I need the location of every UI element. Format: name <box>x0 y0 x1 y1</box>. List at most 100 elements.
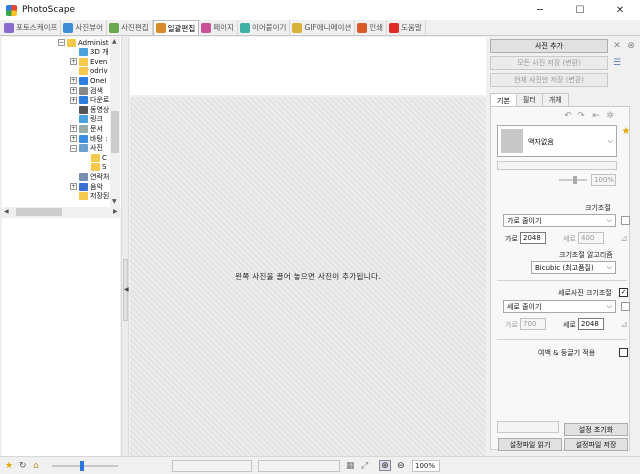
resize-algorithm-select[interactable]: Bicubic (최고품질) ⌵ <box>531 261 616 274</box>
tree-item[interactable]: 링크 <box>70 115 103 124</box>
frame-opacity-field[interactable]: 100% <box>591 174 616 186</box>
expander-icon[interactable]: + <box>70 58 77 66</box>
tab-basic[interactable]: 기본 <box>490 93 517 107</box>
save-current-button[interactable]: 현재 사진만 저장 (변환) <box>490 73 608 87</box>
tab-2[interactable]: 사진편집 <box>107 20 153 35</box>
tree-item[interactable]: 동영상 <box>70 105 109 114</box>
tree-item-label: S <box>102 163 107 172</box>
tree-item[interactable]: − 사진 <box>70 144 103 153</box>
tree-item[interactable]: odriv <box>70 67 108 76</box>
tab-5[interactable]: 이어붙이기 <box>238 20 291 35</box>
favorite-star-icon[interactable]: ★ <box>5 461 13 471</box>
folder-open-icon[interactable]: ⌂ <box>33 461 39 471</box>
expander-icon[interactable]: + <box>70 96 77 104</box>
undo-all-icon[interactable]: ⇤ <box>591 111 601 121</box>
add-photo-button[interactable]: 사진 추가 <box>490 39 608 53</box>
tree-item[interactable]: − Administ <box>58 38 109 47</box>
resize-options-icon[interactable] <box>621 216 630 225</box>
thumbnail-size-slider[interactable] <box>52 461 118 471</box>
rotate-icon[interactable]: ↻ <box>19 461 27 471</box>
scrollbar-thumb[interactable] <box>111 111 119 153</box>
resize-mode-select[interactable]: 가로 줄이기 ⌵ <box>503 214 616 227</box>
save-all-button[interactable]: 모든 사진 저장 (변환) <box>490 56 608 70</box>
expander-icon[interactable]: + <box>70 183 77 190</box>
height-field[interactable]: 400 <box>578 232 604 244</box>
zoom-icon[interactable]: ⊖ <box>397 461 405 471</box>
tab-0[interactable]: 포토스케이프 <box>2 20 62 35</box>
minimize-button[interactable]: ─ <box>520 0 560 20</box>
batch-photo-list[interactable] <box>130 37 486 95</box>
scrollbar-thumb[interactable] <box>16 208 62 216</box>
favorite-star-icon[interactable]: ★ <box>621 127 631 137</box>
tree-item[interactable]: S <box>82 163 106 172</box>
tree-item[interactable]: + 검색 <box>70 86 103 95</box>
tree-item[interactable]: C <box>82 153 107 162</box>
tab-icon <box>4 22 14 33</box>
scroll-left-icon[interactable]: ◀ <box>4 208 9 215</box>
folder-tree[interactable]: − Administ 3D 개 + Even odriv + OneI + 검색 + 다운로 동영상 링크… <box>2 37 122 207</box>
maximize-button[interactable]: ☐ <box>560 0 600 20</box>
tree-item[interactable]: 저장된 <box>70 192 109 201</box>
delete-photo-icon[interactable]: ✕ <box>612 41 622 51</box>
file-list[interactable] <box>2 218 120 456</box>
lock-ratio-icon[interactable]: ⊿ <box>619 320 629 330</box>
save-settings-button[interactable]: 설정파일 저장 <box>564 438 628 451</box>
clear-list-icon[interactable]: ⊗ <box>626 41 636 51</box>
slider-thumb[interactable] <box>80 461 84 471</box>
tab-object[interactable]: 개체 <box>541 93 569 106</box>
window-controls: ─ ☐ ✕ <box>520 0 640 20</box>
frame-select[interactable]: 액자없음 ⌵ <box>497 125 617 157</box>
portrait-resize-options-icon[interactable] <box>621 302 630 311</box>
scroll-up-icon[interactable]: ▲ <box>112 38 117 45</box>
tab-6[interactable]: GIF애니메이션 <box>290 20 356 35</box>
drop-hint-text: 왼쪽 사진을 끌어 놓으면 사진이 추가됩니다. <box>235 272 381 281</box>
tab-8[interactable]: 도움말 <box>387 20 426 35</box>
portrait-resize-checkbox[interactable]: ✓ <box>619 288 628 297</box>
collapse-panel-handle[interactable]: ◀ <box>123 259 129 321</box>
reset-settings-button[interactable]: 설정 초기화 <box>564 423 628 436</box>
frame-opacity-slider[interactable] <box>559 176 587 184</box>
folder-tree-vertical-scrollbar[interactable]: ▲ ▼ <box>110 37 120 207</box>
undo-icon[interactable]: ↶ <box>563 111 573 121</box>
settings-icon[interactable]: ✲ <box>605 111 615 121</box>
portrait-resize-mode-select[interactable]: 세로 줄이기 ⌵ <box>503 300 616 313</box>
scroll-down-icon[interactable]: ▼ <box>112 198 117 205</box>
expander-icon[interactable]: + <box>70 125 77 133</box>
expander-icon[interactable]: + <box>70 135 77 142</box>
slider-thumb[interactable] <box>573 176 577 184</box>
tab-4[interactable]: 페이지 <box>199 20 238 35</box>
redo-icon[interactable]: ↷ <box>576 111 586 121</box>
tab-3[interactable]: 일괄편집 <box>152 20 200 35</box>
transparency-grid-icon[interactable]: ▦ <box>346 461 355 471</box>
expander-icon[interactable]: − <box>58 39 65 46</box>
width-field[interactable]: 2048 <box>520 232 546 244</box>
expander-icon[interactable]: + <box>70 77 77 85</box>
tree-item[interactable]: + 문서 <box>70 124 103 133</box>
fit-screen-icon[interactable]: ⤢ <box>361 461 368 471</box>
tree-item[interactable]: + 바탕 : <box>70 134 107 143</box>
expander-icon[interactable]: − <box>70 144 77 152</box>
folder-tree-horizontal-scrollbar[interactable]: ◀ ▶ <box>2 207 122 217</box>
tree-item[interactable]: + 음악 <box>70 182 103 191</box>
tree-item[interactable]: + OneI <box>70 76 106 85</box>
tree-item[interactable]: 3D 개 <box>70 48 109 57</box>
panel-splitter[interactable]: ◀ <box>121 37 129 456</box>
list-view-icon[interactable]: ☰ <box>612 58 622 68</box>
tree-item[interactable]: 연락처 <box>70 172 109 181</box>
tree-item[interactable]: + 다운로 <box>70 96 109 105</box>
portrait-height-field[interactable]: 2048 <box>578 318 604 330</box>
margin-round-checkbox[interactable] <box>619 348 628 357</box>
expander-icon[interactable]: + <box>70 87 77 94</box>
preview-canvas[interactable]: 왼쪽 사진을 끌어 놓으면 사진이 추가됩니다. <box>130 97 486 456</box>
tab-filter[interactable]: 필터 <box>515 93 543 106</box>
close-button[interactable]: ✕ <box>600 0 640 20</box>
tab-1[interactable]: 사진뷰어 <box>61 20 108 35</box>
zoom-actual-icon[interactable]: ⊕ <box>379 460 391 471</box>
load-settings-button[interactable]: 설정파일 읽기 <box>498 438 562 451</box>
portrait-width-field[interactable]: 700 <box>520 318 546 330</box>
tab-7[interactable]: 인쇄 <box>355 20 388 35</box>
lock-ratio-icon[interactable]: ⊿ <box>619 234 629 244</box>
tree-item[interactable]: + Even <box>70 57 107 66</box>
scroll-right-icon[interactable]: ▶ <box>113 208 118 215</box>
